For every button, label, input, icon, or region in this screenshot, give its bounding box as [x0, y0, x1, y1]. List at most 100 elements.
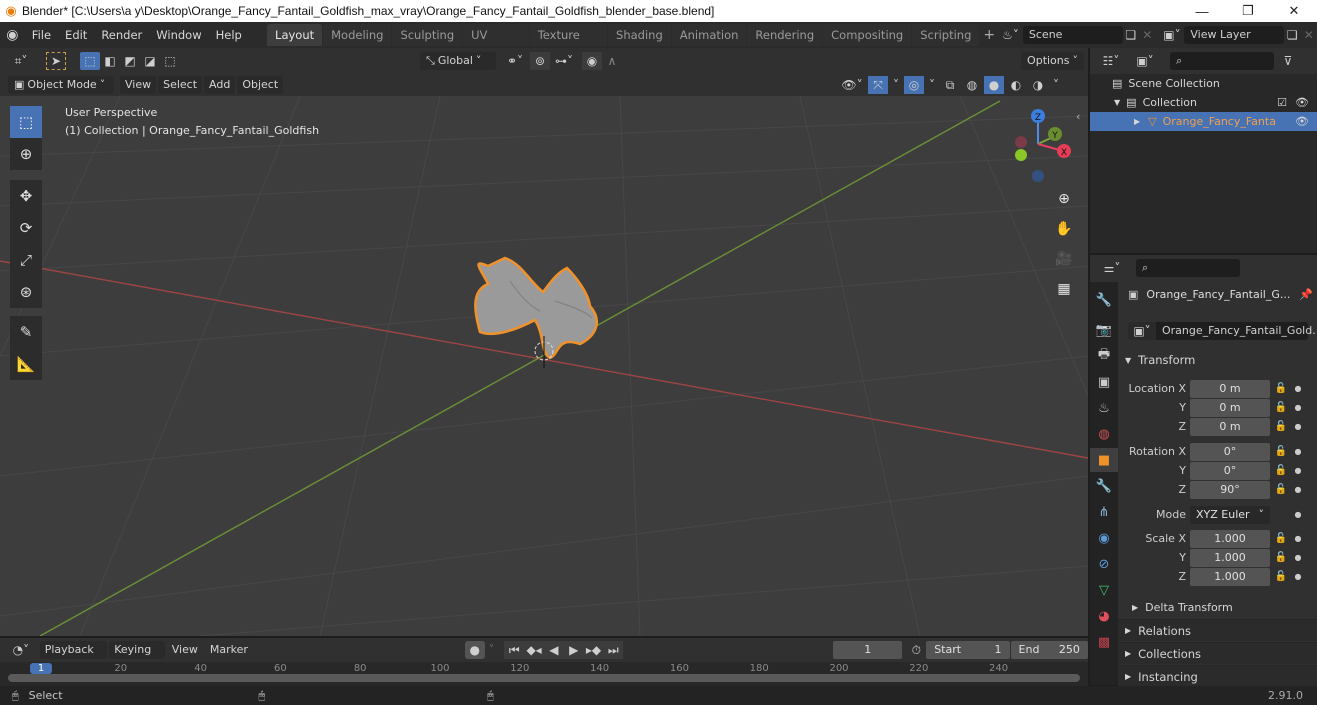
visibility-eye-icon[interactable]: 👁 — [1295, 115, 1309, 128]
overlay-toggle-icon[interactable]: ◎ — [904, 76, 924, 94]
select-subtract-mode-icon[interactable]: ◩ — [120, 52, 140, 70]
menu-window[interactable]: Window — [149, 25, 208, 45]
stopwatch-icon[interactable]: ⏱ — [906, 641, 926, 659]
visibility-eye-icon[interactable]: 👁 — [1295, 96, 1309, 109]
pin-icon[interactable]: 📌 — [1299, 288, 1313, 301]
delete-view-layer-icon[interactable]: ✕ — [1300, 26, 1317, 44]
play-reverse-icon[interactable]: ◀ — [543, 641, 564, 659]
sidebar-toggle-icon[interactable]: ‹ — [1076, 110, 1080, 123]
lock-icon[interactable]: 🔓 — [1270, 383, 1292, 394]
neg-y-handle[interactable] — [1015, 149, 1027, 161]
viewport-menu-view[interactable]: View — [120, 76, 157, 94]
timeline-menu-marker[interactable]: Marker — [205, 641, 253, 659]
select-new-mode-icon[interactable]: ⬚ — [80, 52, 100, 70]
render-tab-icon[interactable]: 📷 — [1090, 318, 1118, 342]
lock-icon[interactable]: 🔓 — [1270, 402, 1292, 413]
auto-keying-icon[interactable]: ● — [464, 641, 485, 659]
navigation-gizmo[interactable]: Z Y X — [1000, 106, 1080, 186]
viewport-menu-object[interactable]: Object — [237, 76, 284, 94]
annotate-tool[interactable]: ✎ — [10, 316, 42, 348]
keyframe-dot[interactable]: ● — [1292, 510, 1304, 519]
transform-tool[interactable]: ⊛ — [10, 276, 42, 308]
location-x-field[interactable]: 0 m — [1190, 379, 1270, 398]
play-icon[interactable]: ▶ — [563, 641, 584, 659]
blender-menu-icon[interactable]: ◉ — [0, 26, 25, 44]
properties-search-input[interactable]: ⌕ — [1136, 259, 1240, 277]
tab-rendering[interactable]: Rendering — [747, 24, 823, 46]
gizmo-dropdown-icon[interactable]: ˅ — [890, 76, 902, 94]
object-browse-icon[interactable]: ▣˅ — [1128, 322, 1156, 340]
outliner-row-object[interactable]: ▶ ▽ Orange_Fancy_Fanta 👁 — [1090, 112, 1317, 131]
timeline-body[interactable]: 1 20 40 60 80 100 120 140 160 180 200 220 240 — [0, 662, 1088, 686]
outliner-editor-type-icon[interactable]: ☷˅ — [1096, 52, 1126, 70]
zoom-view-icon[interactable]: ⊕ — [1051, 186, 1077, 212]
scale-x-field[interactable]: 1.000 — [1190, 529, 1270, 548]
3d-viewport[interactable]: User Perspective (1) Collection | Orange… — [0, 96, 1088, 636]
filter-icon[interactable]: ⊽ — [1278, 52, 1298, 70]
shading-material-icon[interactable]: ◐ — [1006, 76, 1026, 94]
pivot-point-icon[interactable]: ⚭˅ — [500, 52, 530, 70]
select-box-tool[interactable]: ⬚ — [10, 106, 42, 138]
cursor-tool[interactable]: ⊕ — [10, 138, 42, 170]
goldfish-object[interactable] — [474, 256, 599, 360]
scale-y-field[interactable]: 1.000 — [1190, 548, 1270, 567]
select-invert-mode-icon[interactable]: ◪ — [140, 52, 160, 70]
relations-section[interactable]: ▶ Relations — [1118, 619, 1317, 641]
shading-wireframe-icon[interactable]: ◍ — [962, 76, 982, 94]
timeline-menu-view[interactable]: View — [167, 641, 203, 659]
shading-rendered-icon[interactable]: ◑ — [1028, 76, 1048, 94]
view-layer-selector-icon[interactable]: ▣˅ — [1160, 26, 1185, 44]
scene-name-field[interactable]: Scene — [1022, 26, 1123, 44]
keyframe-dot[interactable]: ● — [1292, 553, 1304, 562]
object-visibility-icon[interactable]: 👁˅ — [838, 76, 866, 94]
proportional-falloff-icon[interactable]: ∧ — [602, 52, 622, 70]
jump-start-icon[interactable]: ⏮ — [504, 641, 525, 659]
object-mode-dropdown[interactable]: ▣ Object Mode ˅ — [8, 76, 114, 94]
add-workspace-button[interactable]: + — [980, 25, 998, 45]
scale-tool[interactable]: ⤢ — [10, 244, 42, 276]
keyframe-dot[interactable]: ● — [1292, 422, 1304, 431]
timeline-menu-playback[interactable]: Playback ˅ — [39, 641, 108, 674]
material-tab-icon[interactable]: ◕ — [1090, 604, 1118, 628]
properties-editor-type-icon[interactable]: ⚌˅ — [1098, 259, 1126, 277]
neg-z-handle[interactable] — [1032, 170, 1044, 182]
start-frame-field[interactable]: Start 1 — [926, 641, 1010, 659]
outliner-search-input[interactable]: ⌕ — [1170, 52, 1274, 70]
delete-scene-icon[interactable]: ✕ — [1139, 26, 1156, 44]
scene-selector-icon[interactable]: ♨˅ — [998, 26, 1023, 44]
menu-edit[interactable]: Edit — [58, 25, 94, 45]
editor-type-icon[interactable]: ⌗˅ — [6, 52, 36, 70]
current-frame-marker[interactable]: 1 — [30, 663, 52, 674]
tab-modeling[interactable]: Modeling — [323, 24, 392, 46]
gizmo-toggle-icon[interactable]: ⤧ — [868, 76, 888, 94]
keyframe-dot[interactable]: ● — [1292, 466, 1304, 475]
constraints-tab-icon[interactable]: ⊘ — [1090, 552, 1118, 576]
output-tab-icon[interactable]: 🖶 — [1090, 344, 1118, 368]
menu-help[interactable]: Help — [209, 25, 249, 45]
data-tab-icon[interactable]: ▽ — [1090, 578, 1118, 602]
options-dropdown[interactable]: Options ˅ — [1021, 52, 1084, 70]
rotation-x-field[interactable]: 0° — [1190, 442, 1270, 461]
tab-compositing[interactable]: Compositing — [823, 24, 912, 46]
location-z-field[interactable]: 0 m — [1190, 417, 1270, 436]
lock-icon[interactable]: 🔓 — [1270, 533, 1292, 544]
current-frame-field[interactable]: 1 — [833, 641, 903, 659]
timeline-scrollbar[interactable] — [8, 674, 1080, 682]
world-tab-icon[interactable]: ◍ — [1090, 422, 1118, 446]
keyframe-dot[interactable]: ● — [1292, 447, 1304, 456]
collections-section[interactable]: ▶ Collections — [1118, 642, 1317, 664]
keyframe-dot[interactable]: ● — [1292, 534, 1304, 543]
tab-uv-editing[interactable]: UV Editing — [463, 24, 529, 64]
shading-solid-icon[interactable]: ● — [984, 76, 1004, 94]
rotate-tool[interactable]: ⟳ — [10, 212, 42, 244]
object-name-field[interactable]: Orange_Fancy_Fantail_Gold... — [1156, 322, 1317, 340]
keyframe-dot[interactable]: ● — [1292, 403, 1304, 412]
transform-orientation-dropdown[interactable]: ⤡ Global ˅ — [420, 52, 496, 70]
scale-z-field[interactable]: 1.000 — [1190, 567, 1270, 586]
tab-sculpting[interactable]: Sculpting — [392, 24, 463, 46]
measure-tool[interactable]: 📐 — [10, 348, 42, 380]
lock-icon[interactable]: 🔓 — [1270, 571, 1292, 582]
overlay-dropdown-icon[interactable]: ˅ — [926, 76, 938, 94]
next-keyframe-icon[interactable]: ▸◆ — [583, 641, 604, 659]
particles-tab-icon[interactable]: ⋔ — [1090, 500, 1118, 524]
